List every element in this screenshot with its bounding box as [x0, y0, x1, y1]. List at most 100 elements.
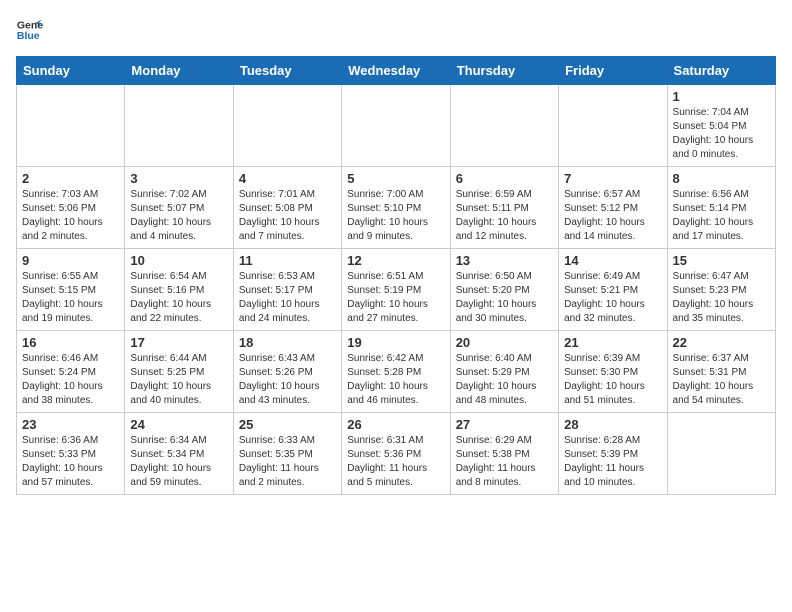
calendar-cell	[559, 85, 667, 167]
calendar-week-row: 2Sunrise: 7:03 AM Sunset: 5:06 PM Daylig…	[17, 167, 776, 249]
day-info: Sunrise: 7:00 AM Sunset: 5:10 PM Dayligh…	[347, 188, 444, 244]
day-number: 3	[130, 171, 227, 186]
day-number: 8	[673, 171, 770, 186]
day-info: Sunrise: 6:39 AM Sunset: 5:30 PM Dayligh…	[564, 352, 661, 408]
day-number: 14	[564, 253, 661, 268]
day-number: 18	[239, 335, 336, 350]
svg-text:Blue: Blue	[17, 30, 40, 42]
page-header: General Blue	[16, 16, 776, 44]
day-info: Sunrise: 6:47 AM Sunset: 5:23 PM Dayligh…	[673, 270, 770, 326]
calendar-cell: 17 Sunrise: 6:44 AM Sunset: 5:25 PM Dayli…	[125, 331, 233, 413]
day-number: 12	[347, 253, 444, 268]
day-number: 11	[239, 253, 336, 268]
day-info: Sunrise: 6:42 AM Sunset: 5:28 PM Dayligh…	[347, 352, 444, 408]
calendar-cell: 1 Sunrise: 7:04 AM Sunset: 5:04 PM Daylig…	[667, 85, 775, 167]
calendar-cell: 9 Sunrise: 6:55 AM Sunset: 5:15 PM Daylig…	[17, 249, 125, 331]
calendar-cell: 7Sunrise: 6:57 AM Sunset: 5:12 PM Daylig…	[559, 167, 667, 249]
calendar-cell	[342, 85, 450, 167]
calendar-cell: 11 Sunrise: 6:53 AM Sunset: 5:17 PM Dayli…	[233, 249, 341, 331]
calendar-cell: 21 Sunrise: 6:39 AM Sunset: 5:30 PM Dayli…	[559, 331, 667, 413]
calendar-cell	[667, 413, 775, 495]
calendar-week-row: 23 Sunrise: 6:36 AM Sunset: 5:33 PM Dayli…	[17, 413, 776, 495]
calendar-cell: 3 Sunrise: 7:02 AM Sunset: 5:07 PM Daylig…	[125, 167, 233, 249]
day-info: Sunrise: 6:31 AM Sunset: 5:36 PM Dayligh…	[347, 434, 444, 490]
day-info: Sunrise: 6:29 AM Sunset: 5:38 PM Dayligh…	[456, 434, 553, 490]
day-info: Sunrise: 6:49 AM Sunset: 5:21 PM Dayligh…	[564, 270, 661, 326]
day-info: Sunrise: 6:53 AM Sunset: 5:17 PM Dayligh…	[239, 270, 336, 326]
day-number: 16	[22, 335, 119, 350]
calendar-cell: 4 Sunrise: 7:01 AM Sunset: 5:08 PM Daylig…	[233, 167, 341, 249]
calendar-cell: 26 Sunrise: 6:31 AM Sunset: 5:36 PM Dayli…	[342, 413, 450, 495]
weekday-header-row: SundayMondayTuesdayWednesdayThursdayFrid…	[17, 57, 776, 85]
day-number: 27	[456, 417, 553, 432]
calendar-body: 1 Sunrise: 7:04 AM Sunset: 5:04 PM Daylig…	[17, 85, 776, 495]
day-number: 22	[673, 335, 770, 350]
calendar-cell: 22 Sunrise: 6:37 AM Sunset: 5:31 PM Dayli…	[667, 331, 775, 413]
day-info: Sunrise: 6:34 AM Sunset: 5:34 PM Dayligh…	[130, 434, 227, 490]
day-number: 2	[22, 171, 119, 186]
weekday-header-cell: Thursday	[450, 57, 558, 85]
day-info: Sunrise: 6:28 AM Sunset: 5:39 PM Dayligh…	[564, 434, 661, 490]
weekday-header-cell: Sunday	[17, 57, 125, 85]
calendar-cell: 13 Sunrise: 6:50 AM Sunset: 5:20 PM Dayli…	[450, 249, 558, 331]
day-info: Sunrise: 6:51 AM Sunset: 5:19 PM Dayligh…	[347, 270, 444, 326]
day-info: Sunrise: 6:50 AM Sunset: 5:20 PM Dayligh…	[456, 270, 553, 326]
day-info: Sunrise: 7:01 AM Sunset: 5:08 PM Dayligh…	[239, 188, 336, 244]
calendar-cell: 10Sunrise: 6:54 AM Sunset: 5:16 PM Dayli…	[125, 249, 233, 331]
calendar-cell: 15 Sunrise: 6:47 AM Sunset: 5:23 PM Dayli…	[667, 249, 775, 331]
weekday-header-cell: Tuesday	[233, 57, 341, 85]
day-number: 20	[456, 335, 553, 350]
calendar-cell: 6Sunrise: 6:59 AM Sunset: 5:11 PM Daylig…	[450, 167, 558, 249]
calendar-cell: 25 Sunrise: 6:33 AM Sunset: 5:35 PM Dayli…	[233, 413, 341, 495]
day-info: Sunrise: 7:04 AM Sunset: 5:04 PM Dayligh…	[673, 106, 770, 162]
day-info: Sunrise: 6:57 AM Sunset: 5:12 PM Dayligh…	[564, 188, 661, 244]
calendar-cell: 23 Sunrise: 6:36 AM Sunset: 5:33 PM Dayli…	[17, 413, 125, 495]
weekday-header-cell: Monday	[125, 57, 233, 85]
calendar-week-row: 9 Sunrise: 6:55 AM Sunset: 5:15 PM Daylig…	[17, 249, 776, 331]
day-number: 4	[239, 171, 336, 186]
day-info: Sunrise: 7:02 AM Sunset: 5:07 PM Dayligh…	[130, 188, 227, 244]
calendar-cell	[125, 85, 233, 167]
day-info: Sunrise: 6:36 AM Sunset: 5:33 PM Dayligh…	[22, 434, 119, 490]
day-info: Sunrise: 6:44 AM Sunset: 5:25 PM Dayligh…	[130, 352, 227, 408]
day-info: Sunrise: 6:55 AM Sunset: 5:15 PM Dayligh…	[22, 270, 119, 326]
day-info: Sunrise: 6:56 AM Sunset: 5:14 PM Dayligh…	[673, 188, 770, 244]
day-number: 9	[22, 253, 119, 268]
weekday-header-cell: Saturday	[667, 57, 775, 85]
calendar-cell: 19 Sunrise: 6:42 AM Sunset: 5:28 PM Dayli…	[342, 331, 450, 413]
calendar-cell: 12 Sunrise: 6:51 AM Sunset: 5:19 PM Dayli…	[342, 249, 450, 331]
calendar-cell: 18 Sunrise: 6:43 AM Sunset: 5:26 PM Dayli…	[233, 331, 341, 413]
calendar-cell: 24 Sunrise: 6:34 AM Sunset: 5:34 PM Dayli…	[125, 413, 233, 495]
calendar-week-row: 1 Sunrise: 7:04 AM Sunset: 5:04 PM Daylig…	[17, 85, 776, 167]
calendar-cell: 14 Sunrise: 6:49 AM Sunset: 5:21 PM Dayli…	[559, 249, 667, 331]
day-number: 13	[456, 253, 553, 268]
day-number: 10	[130, 253, 227, 268]
calendar-week-row: 16 Sunrise: 6:46 AM Sunset: 5:24 PM Dayli…	[17, 331, 776, 413]
calendar-cell: 20 Sunrise: 6:40 AM Sunset: 5:29 PM Dayli…	[450, 331, 558, 413]
day-number: 26	[347, 417, 444, 432]
day-info: Sunrise: 6:43 AM Sunset: 5:26 PM Dayligh…	[239, 352, 336, 408]
calendar-cell: 16 Sunrise: 6:46 AM Sunset: 5:24 PM Dayli…	[17, 331, 125, 413]
calendar-cell	[233, 85, 341, 167]
weekday-header-cell: Friday	[559, 57, 667, 85]
day-number: 21	[564, 335, 661, 350]
calendar-table: SundayMondayTuesdayWednesdayThursdayFrid…	[16, 56, 776, 495]
weekday-header-cell: Wednesday	[342, 57, 450, 85]
day-info: Sunrise: 6:59 AM Sunset: 5:11 PM Dayligh…	[456, 188, 553, 244]
day-number: 1	[673, 89, 770, 104]
day-info: Sunrise: 6:37 AM Sunset: 5:31 PM Dayligh…	[673, 352, 770, 408]
day-info: Sunrise: 6:40 AM Sunset: 5:29 PM Dayligh…	[456, 352, 553, 408]
day-number: 15	[673, 253, 770, 268]
day-number: 19	[347, 335, 444, 350]
day-number: 24	[130, 417, 227, 432]
calendar-cell: 2Sunrise: 7:03 AM Sunset: 5:06 PM Daylig…	[17, 167, 125, 249]
day-info: Sunrise: 6:46 AM Sunset: 5:24 PM Dayligh…	[22, 352, 119, 408]
calendar-cell	[450, 85, 558, 167]
day-info: Sunrise: 6:33 AM Sunset: 5:35 PM Dayligh…	[239, 434, 336, 490]
day-number: 25	[239, 417, 336, 432]
day-number: 17	[130, 335, 227, 350]
day-number: 23	[22, 417, 119, 432]
calendar-cell: 27 Sunrise: 6:29 AM Sunset: 5:38 PM Dayli…	[450, 413, 558, 495]
day-number: 28	[564, 417, 661, 432]
calendar-cell: 28 Sunrise: 6:28 AM Sunset: 5:39 PM Dayli…	[559, 413, 667, 495]
